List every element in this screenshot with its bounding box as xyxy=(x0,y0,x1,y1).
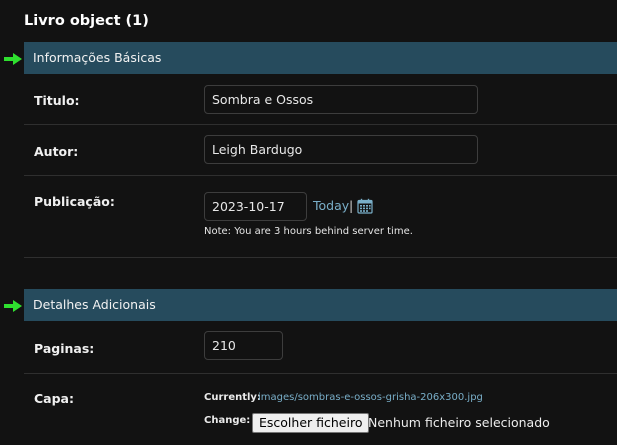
capa-label: Capa: xyxy=(34,391,74,406)
change-label: Change: xyxy=(204,415,251,426)
titulo-label: Titulo: xyxy=(34,93,80,108)
timezone-note: Note: You are 3 hours behind server time… xyxy=(204,226,413,237)
publicacao-date-input[interactable]: 2023-10-17 xyxy=(204,192,307,221)
currently-label: Currently: xyxy=(204,392,261,403)
section-header-informacoes-basicas: Informações Básicas xyxy=(24,42,617,74)
page-title: Livro object (1) xyxy=(24,13,149,29)
section-header-detalhes-adicionais: Detalhes Adicionais xyxy=(24,289,617,321)
form-row-autor: Autor: Leigh Bardugo xyxy=(24,125,617,176)
form-row-titulo: Titulo: Sombra e Ossos xyxy=(24,74,617,125)
today-link[interactable]: Today xyxy=(313,198,349,213)
green-arrow-icon xyxy=(4,300,22,312)
form-row-publicacao: Publicação: 2023-10-17 Today | Note: You… xyxy=(24,176,617,258)
autor-label: Autor: xyxy=(34,144,79,159)
titulo-input[interactable]: Sombra e Ossos xyxy=(204,85,478,114)
paginas-label: Paginas: xyxy=(34,341,95,356)
date-separator: | xyxy=(349,198,354,213)
choose-file-button[interactable]: Escolher ficheiro xyxy=(252,413,370,433)
autor-input[interactable]: Leigh Bardugo xyxy=(204,135,478,164)
green-arrow-icon xyxy=(4,53,22,65)
file-status-text: Nenhum ficheiro selecionado xyxy=(368,415,550,430)
publicacao-label: Publicação: xyxy=(34,194,115,209)
form-row-paginas: Paginas: 210 xyxy=(24,321,617,374)
calendar-icon[interactable] xyxy=(357,198,373,214)
form-row-capa: Capa: Currently: images/sombras-e-ossos-… xyxy=(24,374,617,445)
current-file-link[interactable]: images/sombras-e-ossos-grisha-206x300.jp… xyxy=(258,392,483,403)
change-form: Livro object (1) Informações Básicas Tit… xyxy=(0,0,617,445)
paginas-input[interactable]: 210 xyxy=(204,331,283,360)
